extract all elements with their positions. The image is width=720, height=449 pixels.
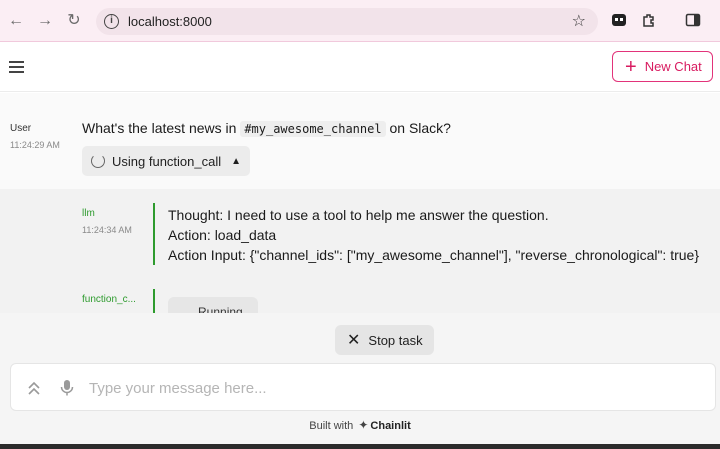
address-url[interactable]: localhost:8000 xyxy=(128,14,212,29)
plus-icon: + xyxy=(625,55,637,78)
step-line xyxy=(153,203,155,265)
llm-output: Thought: I need to use a tool to help me… xyxy=(168,207,700,263)
address-bar[interactable]: i localhost:8000 ☆ xyxy=(96,8,598,35)
step-author-llm: llm xyxy=(82,208,95,219)
chainlit-logo-icon: ✦ xyxy=(358,418,369,432)
running-status: Running xyxy=(168,297,258,313)
message-composer xyxy=(10,363,716,411)
site-info-icon[interactable]: i xyxy=(104,14,119,29)
step-label: Using function_call xyxy=(112,153,222,169)
loading-spinner-icon xyxy=(91,154,105,168)
message-time: 11:24:29 AM xyxy=(10,140,60,150)
new-chat-button[interactable]: + New Chat xyxy=(612,51,713,82)
message-author: User xyxy=(10,123,32,134)
step-author-function: function_c... xyxy=(82,294,136,305)
bookmark-star-icon[interactable]: ☆ xyxy=(572,11,586,31)
reload-icon[interactable]: ↻ xyxy=(65,12,83,30)
channel-code: #my_awesome_channel xyxy=(240,121,386,137)
back-arrow-icon[interactable]: ← xyxy=(7,12,25,30)
messages-area[interactable]: User 11:24:29 AM What's the latest news … xyxy=(0,93,720,313)
app-header: + New Chat xyxy=(0,42,720,92)
step-line xyxy=(153,289,155,313)
user-message-text: What's the latest news in #my_awesome_ch… xyxy=(82,120,451,137)
chevrons-up-icon[interactable] xyxy=(27,380,41,396)
built-with-footer[interactable]: Built with ✦ Chainlit xyxy=(0,418,720,432)
step-time: 11:24:34 AM xyxy=(82,225,132,235)
browser-toolbar: ← → ↻ i localhost:8000 ☆ xyxy=(0,0,720,42)
menu-hamburger-icon[interactable] xyxy=(9,61,24,73)
step-toggle-button[interactable]: Using function_call ▲ xyxy=(82,146,250,176)
forward-arrow-icon[interactable]: → xyxy=(36,12,54,30)
composer-area: ✕ Stop task Built with ✦Chainlit xyxy=(0,313,720,449)
stop-task-button[interactable]: ✕ Stop task xyxy=(335,325,434,355)
new-chat-label: New Chat xyxy=(644,59,702,74)
side-panel-icon[interactable] xyxy=(685,12,701,28)
window-bottom-edge xyxy=(0,444,720,449)
chevron-up-icon: ▲ xyxy=(231,155,242,167)
close-icon: ✕ xyxy=(347,332,361,349)
nested-steps: llm 11:24:34 AM Thought: I need to use a… xyxy=(0,189,720,313)
extension-app-icon[interactable] xyxy=(611,12,627,28)
message-input[interactable] xyxy=(89,377,689,399)
microphone-icon[interactable] xyxy=(60,379,74,397)
stop-task-label: Stop task xyxy=(368,332,423,348)
extensions-puzzle-icon[interactable] xyxy=(641,12,657,28)
